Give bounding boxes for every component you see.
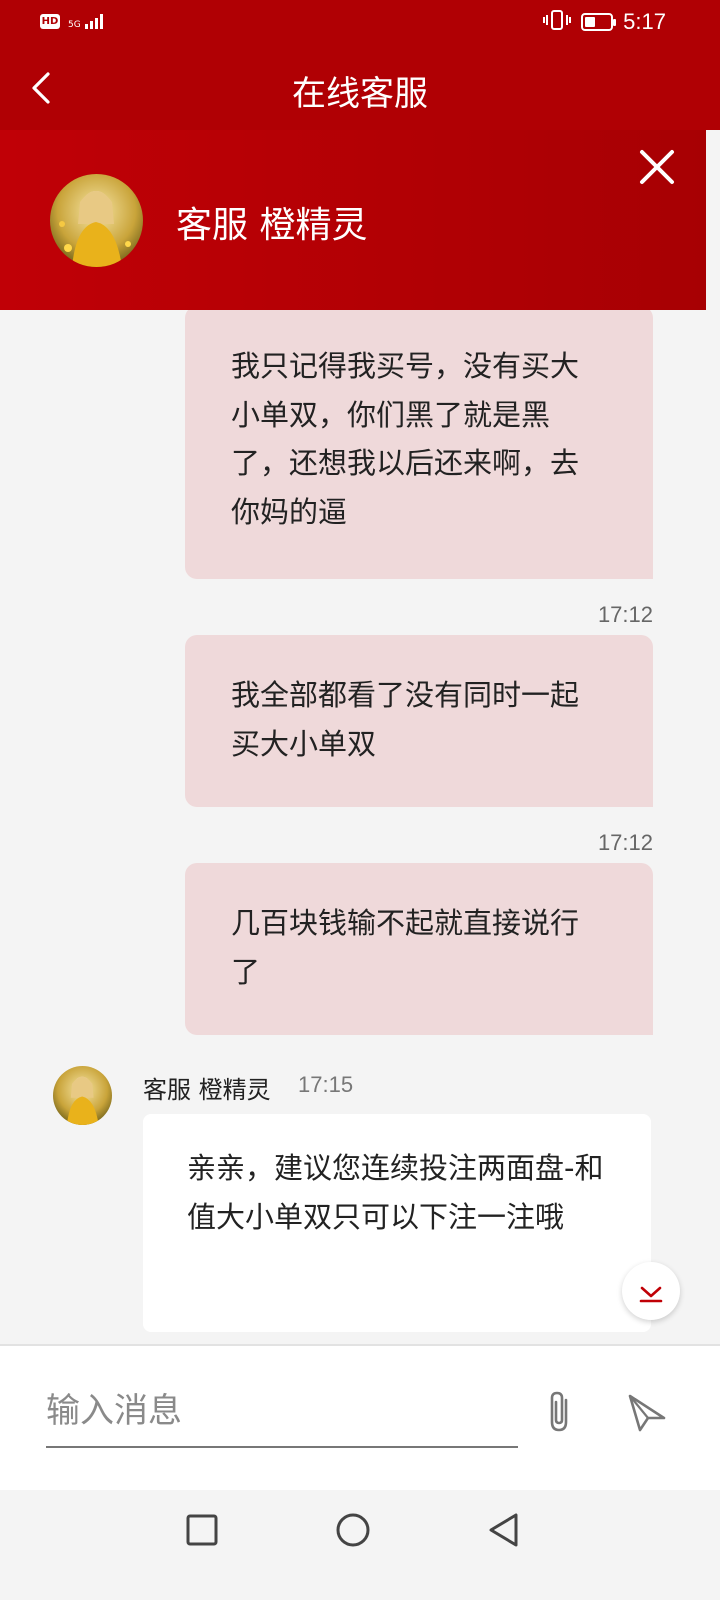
battery-icon [581,13,617,31]
outgoing-message[interactable]: 我只记得我买号，没有买大小单双，你们黑了就是黑了，还想我以后还来啊，去你妈的逼 [185,310,653,579]
message-timestamp: 17:12 [597,830,653,855]
hd-badge: HD [40,13,60,29]
incoming-message[interactable]: 亲亲，建议您连续投注两面盘-和值大小单双只可以下注一注哦 [143,1114,651,1332]
close-button[interactable] [636,146,678,188]
nav-home-button[interactable] [333,1510,373,1550]
title-bar: HD 5G 5:17 在线客服 [0,0,720,130]
message-text: 亲亲，建议您连续投注两面盘-和值大小单双只可以下注一注哦 [187,1151,604,1234]
agent-avatar [50,174,143,267]
chevron-down-icon [639,1286,663,1303]
send-icon [628,1394,666,1432]
message-input[interactable] [46,1376,518,1448]
message-timestamp: 17:12 [597,602,653,627]
sender-name: 客服 橙精灵 [143,1076,271,1104]
status-bar-left: HD 5G [40,12,107,30]
agent-header: 客服 橙精灵 [0,130,706,310]
scroll-to-bottom-button[interactable] [622,1262,680,1320]
battery-fill [585,17,596,27]
chat-area[interactable]: 我只记得我买号，没有买大小单双，你们黑了就是黑了，还想我以后还来啊，去你妈的逼 … [0,310,706,1344]
attach-button[interactable] [540,1388,580,1436]
close-icon [640,150,674,184]
outgoing-message[interactable]: 我全部都看了没有同时一起买大小单双 [185,635,653,807]
clock: 5:17 [623,9,666,34]
message-timestamp: 17:15 [298,1072,354,1097]
message-text: 我只记得我买号，没有买大小单双，你们黑了就是黑了，还想我以后还来啊，去你妈的逼 [231,349,580,529]
nav-circle-icon [336,1513,370,1547]
message-input-bar [0,1344,720,1490]
network-label: 5G [68,20,81,30]
agent-avatar-small [53,1066,112,1125]
nav-back-button[interactable] [484,1510,524,1550]
page-title: 在线客服 [292,74,428,114]
message-text: 我全部都看了没有同时一起买大小单双 [231,678,580,761]
message-text: 几百块钱输不起就直接说行了 [231,906,580,989]
status-bar-right: 5:17 [543,9,666,35]
send-button[interactable] [624,1390,668,1434]
nav-square-icon [186,1514,218,1546]
system-nav-bar [0,1490,720,1600]
vibrate-icon [543,9,572,35]
agent-name-header: 客服 橙精灵 [176,205,368,246]
outgoing-message[interactable]: 几百块钱输不起就直接说行了 [185,863,653,1035]
paperclip-icon [550,1391,568,1432]
nav-recents-button[interactable] [182,1510,222,1550]
nav-triangle-icon [489,1513,518,1547]
signal-icon: 5G [68,12,107,30]
